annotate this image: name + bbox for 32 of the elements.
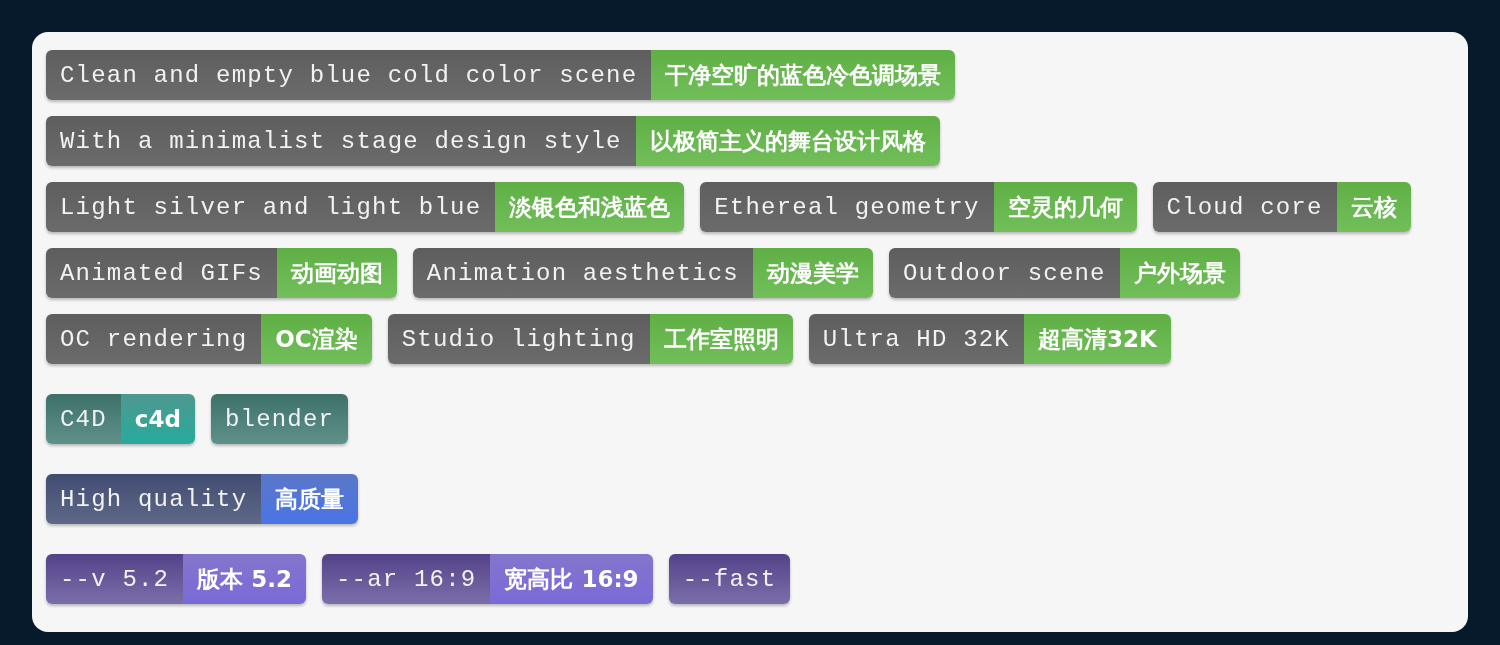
- tag-label[interactable]: Animated GIFs: [46, 248, 277, 298]
- tag-label[interactable]: High quality: [46, 474, 262, 524]
- tag-translation: 云核: [1336, 182, 1411, 232]
- tag-translation: 空灵的几何: [993, 182, 1137, 232]
- tag-label[interactable]: --fast: [668, 554, 791, 604]
- tag-label[interactable]: Cloud core: [1152, 182, 1337, 232]
- tag-translation: 动画动图: [276, 248, 397, 298]
- tag-label[interactable]: Outdoor scene: [888, 248, 1120, 298]
- tag-label[interactable]: --ar 16:9: [322, 554, 491, 604]
- tag-translation: 户外场景: [1119, 248, 1240, 298]
- tag-label[interactable]: Animation aesthetics: [412, 248, 753, 298]
- tag-label[interactable]: --v 5.2: [46, 554, 184, 604]
- tag-translation: 工作室照明: [649, 314, 793, 364]
- tag-translation: 高质量: [261, 474, 359, 524]
- tag-label[interactable]: blender: [210, 394, 349, 444]
- tag-label[interactable]: With a minimalist stage design style: [46, 116, 636, 166]
- tag-label[interactable]: Light silver and light blue: [46, 182, 496, 232]
- tag-label[interactable]: Ultra HD 32K: [808, 314, 1024, 364]
- tag-translation: OC渲染: [261, 314, 372, 364]
- tag-label[interactable]: Clean and empty blue cold color scene: [46, 50, 652, 100]
- tag-translation: 宽高比 16:9: [490, 554, 653, 604]
- tag-label[interactable]: Studio lighting: [387, 314, 650, 364]
- tag-label[interactable]: C4D: [46, 394, 121, 444]
- tag-translation: 版本 5.2: [183, 554, 306, 604]
- tag-translation: 以极简主义的舞台设计风格: [635, 116, 940, 166]
- tag-translation: 淡银色和浅蓝色: [495, 182, 685, 232]
- tag-label[interactable]: OC rendering: [46, 314, 262, 364]
- tag-translation: 干净空旷的蓝色冷色调场景: [651, 50, 956, 100]
- tag-translation: c4d: [120, 394, 195, 444]
- tag-translation: 动漫美学: [752, 248, 873, 298]
- tag-translation: 超高清32K: [1023, 314, 1171, 364]
- tag-label[interactable]: Ethereal geometry: [700, 182, 994, 232]
